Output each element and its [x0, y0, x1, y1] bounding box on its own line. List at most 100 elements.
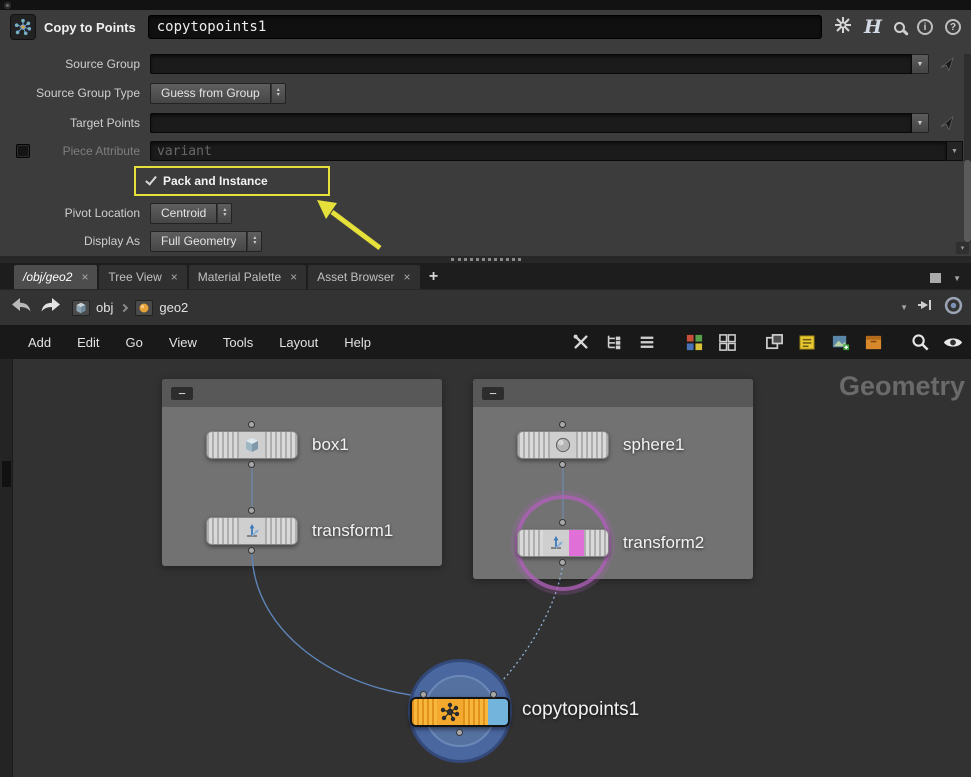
node-grip[interactable]: [412, 699, 437, 725]
pack-and-instance-label[interactable]: Pack and Instance: [163, 174, 268, 188]
node-input-connector[interactable]: [490, 691, 497, 698]
network-editor[interactable]: Geometry − − box1 transform1 sphere1 tra…: [0, 359, 971, 777]
node-input-connector[interactable]: [559, 519, 566, 526]
node-output-connector[interactable]: [248, 547, 255, 554]
spinner-icon[interactable]: ▴ ▾: [270, 82, 286, 104]
window-menu-icon[interactable]: [4, 1, 11, 9]
collapse-box-button[interactable]: −: [171, 386, 193, 400]
pane-divider-handle[interactable]: [450, 258, 521, 261]
tab-close-icon[interactable]: ×: [290, 270, 297, 284]
node-transform1[interactable]: [206, 517, 298, 545]
node-flag-segment[interactable]: [488, 699, 508, 725]
pane-menu-dropdown-icon[interactable]: ▼: [953, 274, 961, 283]
shape-palette-icon[interactable]: [717, 332, 737, 352]
node-input-connector[interactable]: [248, 421, 255, 428]
piece-attribute-dropdown-icon[interactable]: ▼: [947, 141, 963, 161]
help-icon[interactable]: ?: [945, 19, 961, 35]
node-transform2[interactable]: [517, 529, 609, 557]
houdini-help-icon[interactable]: H: [864, 16, 882, 38]
spinner-icon[interactable]: ▴ ▾: [217, 202, 233, 224]
node-grip[interactable]: [207, 518, 239, 544]
tab-obj-geo2[interactable]: /obj/geo2 ×: [14, 265, 98, 289]
node-sphere1[interactable]: [517, 431, 609, 459]
tab-material-palette[interactable]: Material Palette ×: [188, 265, 307, 289]
tab-tree-view[interactable]: Tree View ×: [99, 265, 187, 289]
source-group-type-combo[interactable]: Guess from Group ▴ ▾: [150, 82, 286, 104]
tab-asset-browser[interactable]: Asset Browser ×: [308, 265, 420, 289]
node-grip[interactable]: [576, 432, 608, 458]
node-flag-segment[interactable]: [568, 530, 584, 556]
copytopoints-op-icon[interactable]: [10, 14, 36, 40]
node-output-connector[interactable]: [559, 559, 566, 566]
info-icon[interactable]: i: [917, 19, 933, 35]
node-input-connector[interactable]: [559, 421, 566, 428]
menu-help[interactable]: Help: [344, 335, 371, 350]
shelf-box-icon[interactable]: [863, 332, 883, 352]
sticky-notes-icon[interactable]: [797, 332, 817, 352]
menu-add[interactable]: Add: [28, 335, 51, 350]
param-corner-dropdown-icon[interactable]: ▾: [956, 242, 969, 254]
gear-icon[interactable]: [834, 16, 852, 39]
pivot-location-combo[interactable]: Centroid ▴ ▾: [150, 202, 233, 224]
tab-close-icon[interactable]: ×: [404, 270, 411, 284]
back-button[interactable]: [10, 297, 32, 318]
forward-button[interactable]: [40, 297, 62, 318]
visibility-eye-icon[interactable]: [943, 332, 963, 352]
node-input-connector[interactable]: [248, 507, 255, 514]
image-plane-icon[interactable]: [830, 332, 850, 352]
node-grip[interactable]: [265, 432, 297, 458]
node-grip[interactable]: [518, 530, 543, 556]
menu-tools[interactable]: Tools: [223, 335, 253, 350]
node-output-connector[interactable]: [559, 461, 566, 468]
menu-edit[interactable]: Edit: [77, 335, 99, 350]
node-box1[interactable]: [206, 431, 298, 459]
path-segment-geo2[interactable]: geo2: [159, 300, 188, 315]
zoom-icon[interactable]: [910, 332, 930, 352]
source-group-input[interactable]: [150, 54, 912, 74]
source-group-dropdown-icon[interactable]: ▼: [912, 54, 929, 74]
source-group-select-button[interactable]: [929, 56, 963, 73]
path-segment-obj[interactable]: obj: [96, 300, 113, 315]
piece-attribute-checkbox[interactable]: [16, 144, 30, 158]
network-box-1[interactable]: −: [162, 379, 442, 566]
color-palette-icon[interactable]: [684, 332, 704, 352]
tab-close-icon[interactable]: ×: [81, 270, 88, 284]
node-output-connector[interactable]: [456, 729, 463, 736]
node-grip[interactable]: [265, 518, 297, 544]
new-tab-button[interactable]: +: [422, 265, 446, 289]
target-points-input[interactable]: [150, 113, 912, 133]
target-points-select-button[interactable]: [929, 115, 963, 132]
checkmark-icon[interactable]: [145, 173, 157, 186]
tree-view-icon[interactable]: [604, 332, 624, 352]
display-as-combo[interactable]: Full Geometry ▴ ▾: [150, 230, 263, 252]
pin-pane-icon[interactable]: [916, 297, 934, 318]
menu-view[interactable]: View: [169, 335, 197, 350]
node-grip[interactable]: [583, 530, 608, 556]
node-grip[interactable]: [518, 432, 550, 458]
network-box-header[interactable]: −: [473, 379, 753, 407]
pane-divider[interactable]: [0, 256, 971, 263]
spinner-icon[interactable]: ▴ ▾: [247, 230, 263, 252]
collapse-box-button[interactable]: −: [482, 386, 504, 400]
radial-menu-icon[interactable]: [944, 296, 963, 320]
maximize-pane-icon[interactable]: [930, 273, 942, 283]
tab-close-icon[interactable]: ×: [171, 270, 178, 284]
path-dropdown-icon[interactable]: ▼: [900, 303, 916, 312]
node-grip[interactable]: [463, 699, 488, 725]
node-grip[interactable]: [207, 432, 239, 458]
network-path-field[interactable]: obj geo2 ▼: [72, 295, 916, 321]
menu-go[interactable]: Go: [126, 335, 143, 350]
tools-wrench-icon[interactable]: [571, 332, 591, 352]
search-icon[interactable]: [894, 21, 905, 33]
list-view-icon[interactable]: [637, 332, 657, 352]
node-input-connector[interactable]: [420, 691, 427, 698]
node-output-connector[interactable]: [248, 461, 255, 468]
menu-layout[interactable]: Layout: [279, 335, 318, 350]
param-scrollbar-thumb[interactable]: [964, 160, 971, 242]
target-points-dropdown-icon[interactable]: ▼: [912, 113, 929, 133]
node-name-input[interactable]: [147, 15, 823, 39]
node-copytopoints1[interactable]: [410, 697, 510, 727]
panes-layout-icon[interactable]: [764, 332, 784, 352]
piece-attribute-input[interactable]: [150, 141, 947, 161]
network-box-header[interactable]: −: [162, 379, 442, 407]
